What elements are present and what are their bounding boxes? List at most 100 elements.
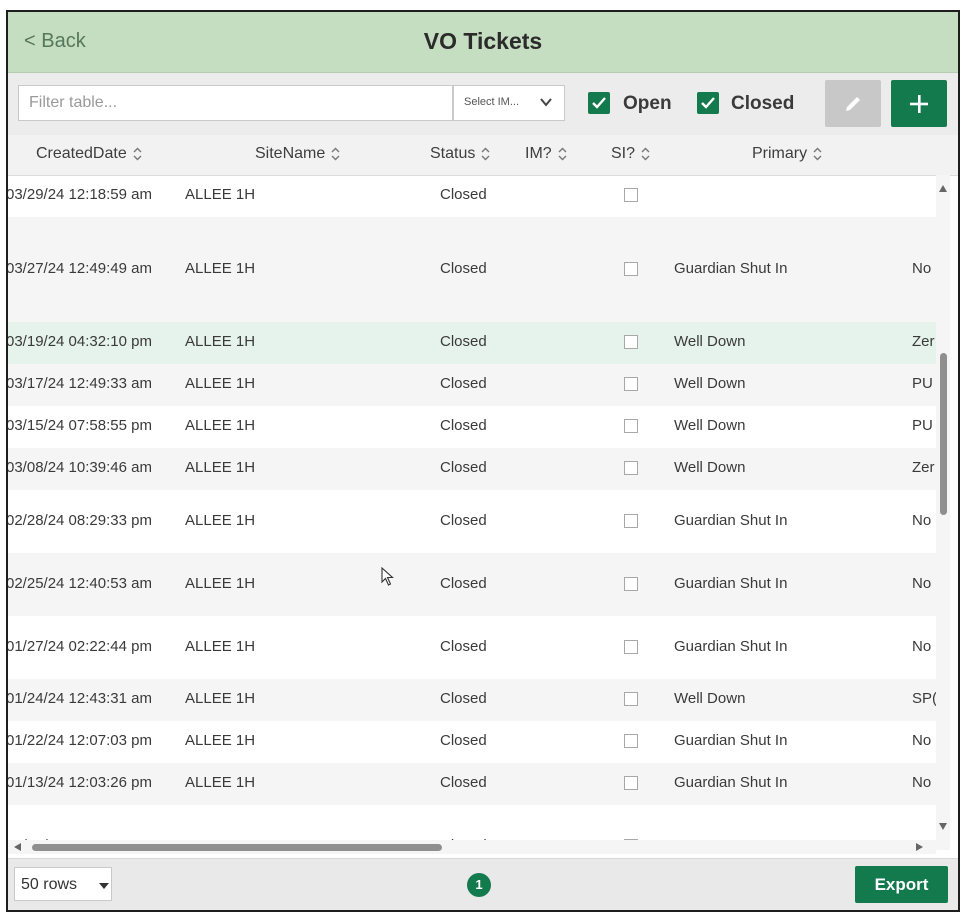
si-checkbox[interactable] <box>624 188 638 202</box>
rows-per-page-select[interactable]: 50 rows <box>14 867 112 901</box>
cell-site-name: ALLEE 1H <box>185 260 256 277</box>
cell-created-date: 01/13/24 12:03:26 pm <box>8 774 152 791</box>
im-select-placeholder: Select IM... <box>464 96 520 108</box>
si-checkbox[interactable] <box>624 577 638 591</box>
cell-primary: Guardian Shut In <box>674 732 788 749</box>
table-row[interactable]: 03/19/24 04:32:10 pm ALLEE 1H Closed Well D… <box>8 322 936 364</box>
closed-label[interactable]: Closed <box>731 93 794 115</box>
mouse-cursor-icon <box>381 567 394 586</box>
pencil-icon <box>846 97 860 111</box>
rows-per-page-value: 50 rows <box>21 876 78 893</box>
plus-icon <box>910 95 928 113</box>
im-select[interactable]: Select IM... <box>453 85 565 121</box>
check-icon <box>701 97 715 109</box>
cell-created-date: 01/22/24 12:07:03 pm <box>8 732 152 749</box>
toolbar: Select IM... Open Closed <box>8 73 958 135</box>
app-window: < Back VO Tickets Select IM... Open Clos… <box>6 10 960 912</box>
table-footer: 50 rows 1 Export <box>8 858 958 910</box>
cell-truncated-column: SP( <box>912 690 936 707</box>
cell-truncated-column: No <box>912 575 932 592</box>
edit-button[interactable] <box>825 80 881 127</box>
si-checkbox[interactable] <box>624 640 638 654</box>
cell-site-name: ALLEE 1H <box>185 575 256 592</box>
cell-primary: Well Down <box>674 333 746 350</box>
table-row[interactable]: 03/27/24 12:49:49 am ALLEE 1H Closed Guardi… <box>8 217 936 322</box>
cell-truncated-column: Zer <box>912 333 935 350</box>
table-row[interactable]: 01/24/24 12:43:31 am ALLEE 1H Closed Well D… <box>8 679 936 721</box>
cell-created-date: 03/29/24 12:18:59 am <box>8 186 152 203</box>
horizontal-scrollbar[interactable] <box>8 840 936 854</box>
cell-status: Closed <box>440 375 487 392</box>
cell-site-name: ALLEE 1H <box>185 417 256 434</box>
column-header-status[interactable]: Status <box>430 145 490 163</box>
column-label: CreatedDate <box>36 145 127 162</box>
column-label: Primary <box>752 145 808 162</box>
column-header-sitename[interactable]: SiteName <box>255 145 340 163</box>
page-button-1[interactable]: 1 <box>467 873 491 897</box>
column-header-createddate[interactable]: CreatedDate <box>36 145 142 163</box>
table-row[interactable]: 03/17/24 12:49:33 am ALLEE 1H Closed Well D… <box>8 364 936 406</box>
si-checkbox[interactable] <box>624 514 638 528</box>
si-checkbox[interactable] <box>624 776 638 790</box>
si-checkbox[interactable] <box>624 734 638 748</box>
open-checkbox[interactable] <box>588 92 610 114</box>
si-checkbox[interactable] <box>624 262 638 276</box>
table-row[interactable]: 03/15/24 07:58:55 pm ALLEE 1H Closed Well D… <box>8 406 936 448</box>
cell-truncated-column: PU <box>912 375 933 392</box>
scroll-left-arrow[interactable] <box>14 843 21 851</box>
table-row[interactable]: 03/08/24 10:39:46 am ALLEE 1H Closed Well D… <box>8 448 936 490</box>
column-header-si[interactable]: SI? <box>611 145 650 163</box>
cell-created-date: 01/27/24 02:22:44 pm <box>8 638 152 655</box>
cell-primary: Well Down <box>674 375 746 392</box>
cell-primary: Well Down <box>674 690 746 707</box>
export-button[interactable]: Export <box>855 866 948 903</box>
cell-primary: Guardian Shut In <box>674 774 788 791</box>
cell-status: Closed <box>440 690 487 707</box>
cell-truncated-column: No <box>912 774 932 791</box>
column-label: IM? <box>525 145 552 162</box>
cell-truncated-column: PU <box>912 417 933 434</box>
table-row[interactable]: 01/27/24 02:22:44 pm ALLEE 1H Closed Guardi… <box>8 616 936 679</box>
table-row[interactable]: 01/22/24 12:07:03 pm ALLEE 1H Closed Guardi… <box>8 721 936 763</box>
cell-status: Closed <box>440 512 487 529</box>
vertical-scrollbar[interactable] <box>936 175 950 850</box>
si-checkbox[interactable] <box>624 692 638 706</box>
cell-truncated-column: No <box>912 732 932 749</box>
si-checkbox[interactable] <box>624 377 638 391</box>
chevron-down-icon <box>540 98 552 107</box>
si-checkbox[interactable] <box>624 461 638 475</box>
si-checkbox[interactable] <box>624 419 638 433</box>
table-row[interactable]: 02/25/24 12:40:53 am ALLEE 1H Closed Guardi… <box>8 553 936 616</box>
table-row[interactable]: 01/13/24 12:03:26 pm ALLEE 1H Closed Guardi… <box>8 763 936 805</box>
cell-primary: Guardian Shut In <box>674 512 788 529</box>
cell-site-name: ALLEE 1H <box>185 690 256 707</box>
table-row[interactable]: 02/28/24 08:29:33 pm ALLEE 1H Closed Guardi… <box>8 490 936 553</box>
horizontal-scroll-thumb[interactable] <box>32 844 442 851</box>
column-header-im[interactable]: IM? <box>525 145 567 163</box>
vertical-scroll-thumb[interactable] <box>940 353 947 515</box>
open-label[interactable]: Open <box>623 93 672 115</box>
column-header-primary[interactable]: Primary <box>752 145 822 163</box>
add-button[interactable] <box>891 80 947 127</box>
cell-site-name: ALLEE 1H <box>185 732 256 749</box>
closed-checkbox[interactable] <box>697 92 719 114</box>
cell-primary: Guardian Shut In <box>674 575 788 592</box>
table-body: 03/29/24 12:18:59 am ALLEE 1H Closed 03/27/… <box>8 175 936 851</box>
scroll-down-arrow[interactable] <box>939 823 947 830</box>
cell-created-date: 01/24/24 12:43:31 am <box>8 690 152 707</box>
scroll-up-arrow[interactable] <box>939 185 947 192</box>
cell-created-date: 03/17/24 12:49:33 am <box>8 375 152 392</box>
page-title: VO Tickets <box>423 28 543 54</box>
sort-icon <box>813 147 822 161</box>
cell-created-date: 03/27/24 12:49:49 am <box>8 260 152 277</box>
cell-truncated-column: No <box>912 638 932 655</box>
filter-input[interactable] <box>18 85 453 121</box>
cell-created-date: 03/15/24 07:58:55 pm <box>8 417 152 434</box>
column-label: Status <box>430 145 476 162</box>
cell-created-date: 02/28/24 08:29:33 pm <box>8 512 152 529</box>
si-checkbox[interactable] <box>624 335 638 349</box>
sort-icon <box>481 147 490 161</box>
scroll-right-arrow[interactable] <box>916 843 923 851</box>
cell-site-name: ALLEE 1H <box>185 186 256 203</box>
table-row[interactable]: 03/29/24 12:18:59 am ALLEE 1H Closed <box>8 175 936 217</box>
